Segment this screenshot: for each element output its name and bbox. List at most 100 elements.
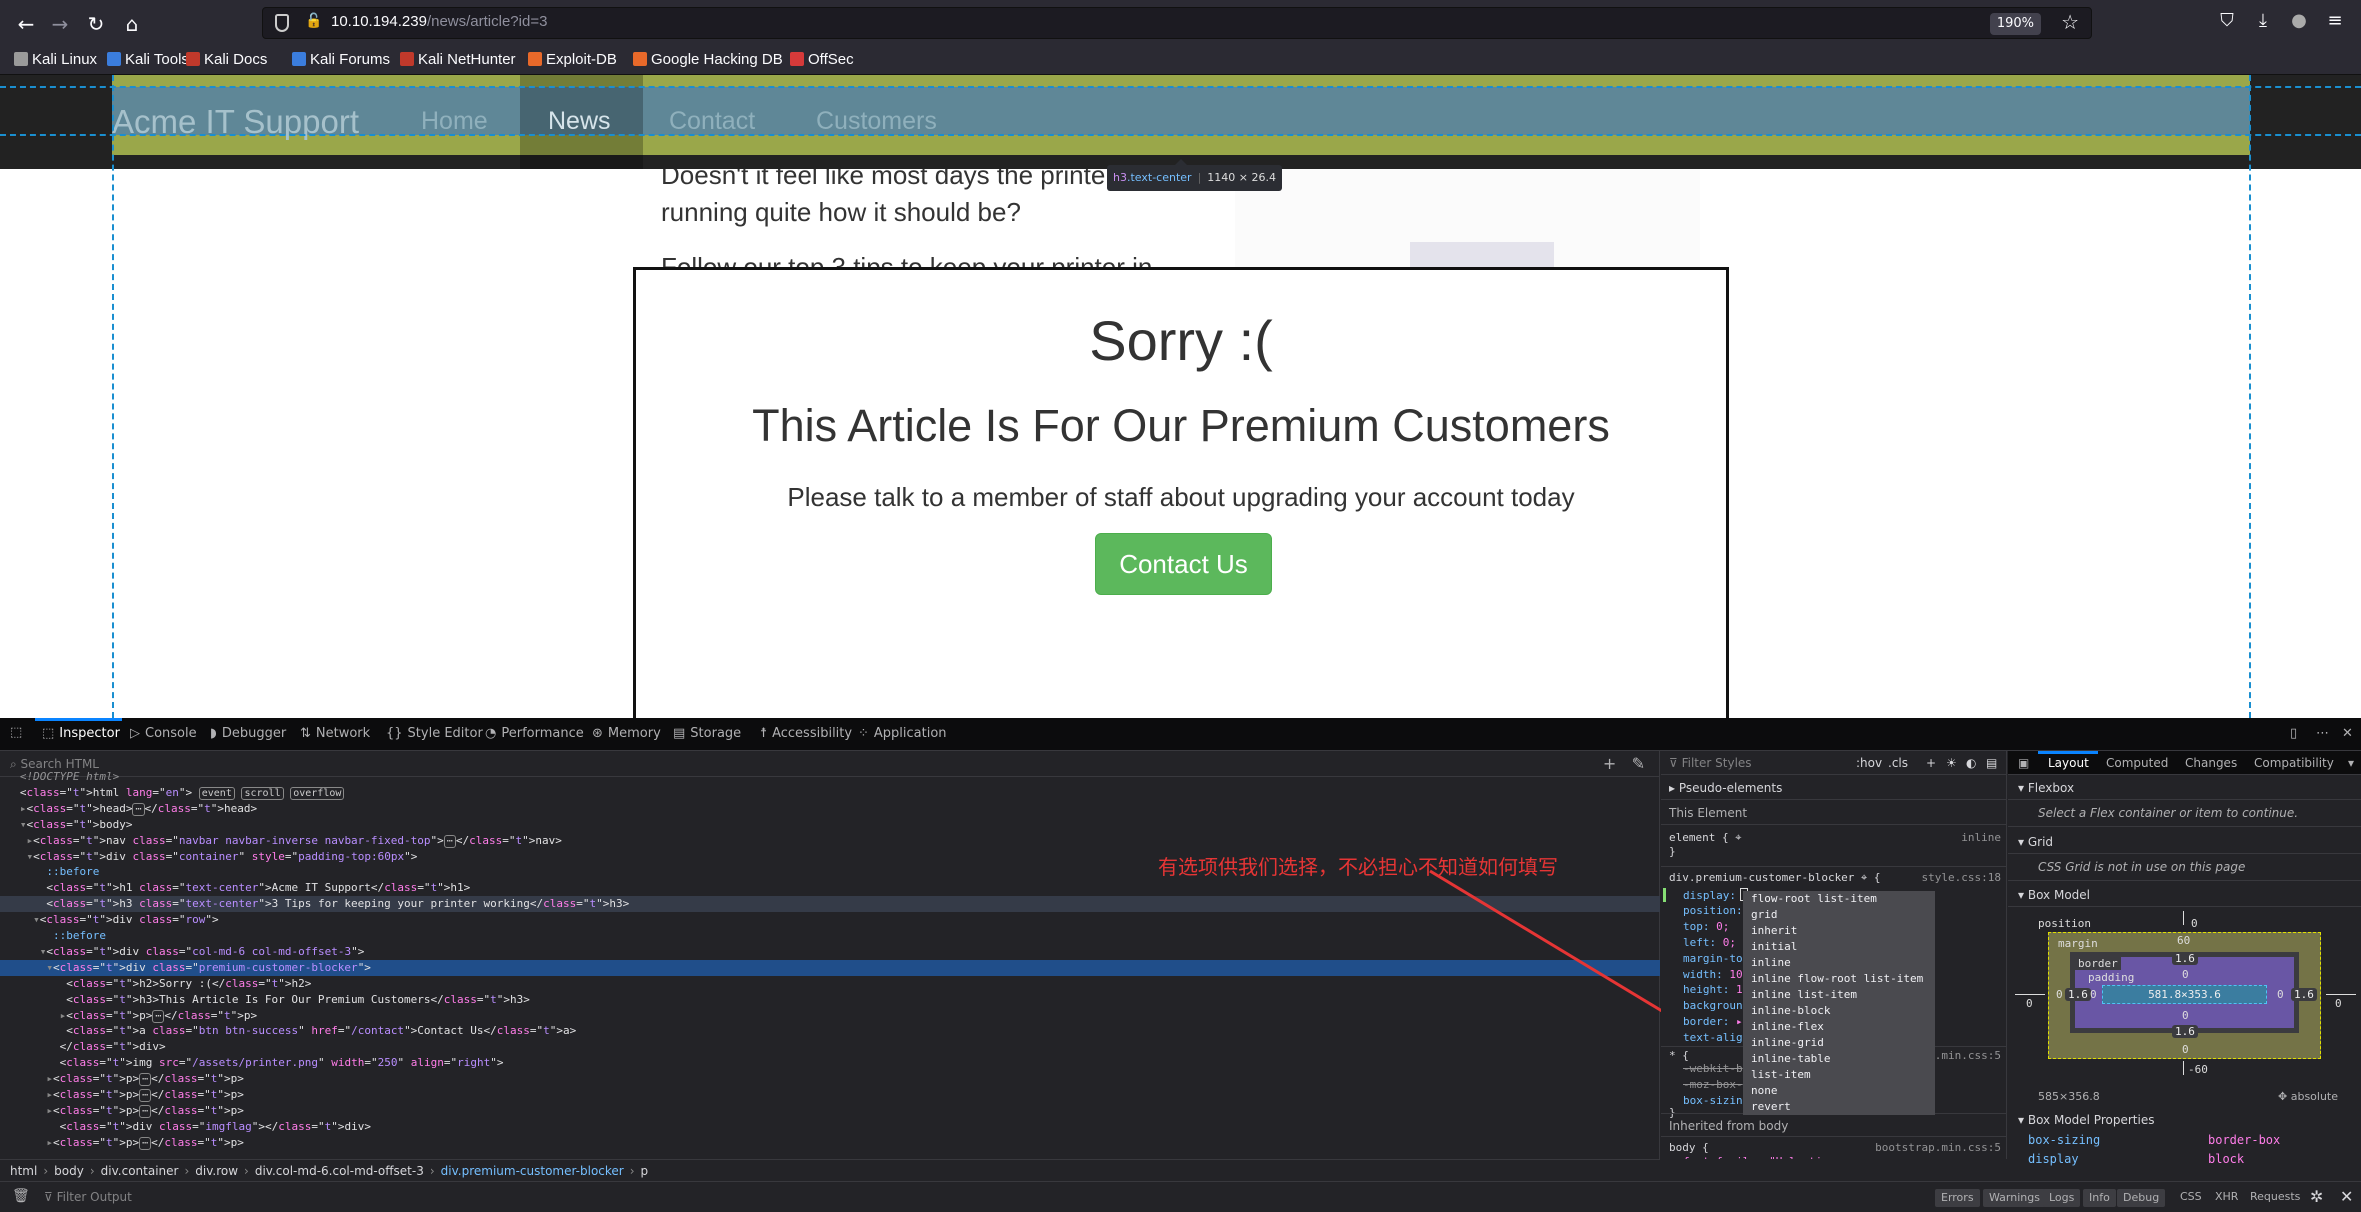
dark-scheme-icon[interactable]: ◐ [1966,751,1976,775]
nav-home[interactable]: Home [421,107,488,136]
zoom-level-badge[interactable]: 190% [1989,13,2041,35]
filter-styles-input[interactable]: ⊽ Filter Styles :hov .cls + ☀ ◐ ▤ [1661,751,2006,775]
tab-accessibility[interactable]: ☨ Accessibility [760,726,852,741]
close-split-console-icon[interactable]: ✕ [2340,1187,2353,1206]
markup-node[interactable]: ▾<class="t">body> [0,817,1660,833]
light-scheme-icon[interactable]: ☀ [1946,751,1957,775]
bookmark-item[interactable]: Google Hacking DB [633,51,783,68]
url-text[interactable]: 10.10.194.239/news/article?id=3 [331,13,547,30]
box-model-props-header[interactable]: ▾ Box Model Properties [2008,1113,2361,1127]
autocomplete-option[interactable]: inline-flex [1743,1019,1935,1035]
more-options-icon[interactable]: ⋯ [2316,726,2329,741]
autocomplete-option[interactable]: list-item [1743,1067,1935,1083]
toggle-sidebar-icon[interactable]: ▣ [2018,756,2029,770]
breadcrumb-item[interactable]: div.row [195,1164,238,1178]
element-picker-icon[interactable]: ⬚ [10,725,22,740]
url-bar[interactable]: 🔓 10.10.194.239/news/article?id=3 190% ☆ [262,7,2092,39]
flexbox-header[interactable]: ▾ Flexbox [2008,781,2361,795]
autocomplete-option[interactable]: flow-root list-item [1743,891,1935,907]
autocomplete-option[interactable]: inline [1743,955,1935,971]
nav-contact[interactable]: Contact [669,107,755,136]
menu-icon[interactable]: ≡ [2322,10,2348,31]
markup-node[interactable]: ▾<class="t">div class="row"> [0,912,1660,928]
close-devtools-icon[interactable]: ✕ [2342,726,2353,741]
margin-left[interactable]: 0 [2056,988,2063,1001]
bookmark-item[interactable]: OffSec [790,51,854,68]
tracking-shield-icon[interactable] [275,14,289,32]
tab-network[interactable]: ⇅ Network [300,726,370,741]
markup-node[interactable]: ▸<class="t">p> ⋯ </class="t">p> [0,1008,1660,1024]
autocomplete-option[interactable]: inline-table [1743,1051,1935,1067]
tab-computed[interactable]: Computed [2106,756,2168,770]
tab-memory[interactable]: ⊛ Memory [592,726,661,741]
autocomplete-option[interactable]: inherit [1743,923,1935,939]
forward-button[interactable]: → [46,10,74,38]
back-button[interactable]: ← [12,10,40,38]
autocomplete-option[interactable]: grid [1743,907,1935,923]
breadcrumb-item[interactable]: body [54,1164,84,1178]
bookmark-item[interactable]: Kali Linux [14,51,97,68]
border-right[interactable]: 1.6 [2291,988,2317,1001]
autocomplete-option[interactable]: inline-block [1743,1003,1935,1019]
markup-node[interactable]: ▸<class="t">p> ⋯ </class="t">p> [0,1087,1660,1103]
insecure-lock-icon[interactable]: 🔓 [305,13,322,33]
position-top[interactable]: 0 [2191,917,2198,930]
account-icon[interactable]: ● [2286,10,2312,31]
tab-console[interactable]: ▷ Console [130,726,197,741]
markup-node[interactable]: ▸<class="t">p> ⋯ </class="t">p> [0,1135,1660,1151]
nav-customers[interactable]: Customers [816,107,937,136]
box-model-header[interactable]: ▾ Box Model [2008,888,2361,902]
tab-changes[interactable]: Changes [2185,756,2237,770]
markup-node[interactable]: <!DOCTYPE html> [0,769,1660,785]
console-filter-warnings[interactable]: Warnings [1983,1189,2046,1207]
tab-inspector[interactable]: ⬚ Inspector [42,726,120,741]
console-filter-debug[interactable]: Debug [2117,1189,2166,1207]
console-filter-xhr[interactable]: XHR [2215,1190,2238,1203]
padding-left[interactable]: 0 [2090,988,2097,1001]
markup-node[interactable]: <class="t">h3 class="text-center">3 Tips… [0,896,1660,913]
console-filter-errors[interactable]: Errors [1935,1189,1980,1207]
rule-source-link[interactable]: style.css:18 [1922,871,2001,884]
breadcrumb-item[interactable]: div.container [101,1164,179,1178]
filter-output-input[interactable]: ⊽ Filter Output [44,1190,132,1204]
autocomplete-option[interactable]: initial [1743,939,1935,955]
markup-node[interactable]: ▸<class="t">head> ⋯ </class="t">head> [0,801,1660,817]
tabs-overflow-icon[interactable]: ▾ [2348,756,2354,770]
markup-node[interactable]: ▸<class="t">nav class="navbar navbar-inv… [0,833,1660,849]
tab-layout[interactable]: Layout [2048,756,2089,770]
markup-node[interactable]: <class="t">div class="imgflag"></class="… [0,1119,1660,1135]
padding-right[interactable]: 0 [2277,988,2284,1001]
console-filter-requests[interactable]: Requests [2250,1190,2300,1203]
markup-node[interactable]: <class="t">img src="/assets/printer.png"… [0,1055,1660,1071]
bookmark-star-icon[interactable]: ☆ [2061,10,2079,34]
position-bottom[interactable]: -60 [2188,1063,2208,1076]
autocomplete-option[interactable]: revert [1743,1099,1935,1115]
console-filter-info[interactable]: Info [2083,1189,2116,1207]
responsive-design-icon[interactable]: ▯ [2290,726,2297,741]
autocomplete-option[interactable]: inline list-item [1743,987,1935,1003]
bookmark-item[interactable]: Exploit-DB [528,51,617,68]
breadcrumb-item[interactable]: div.premium-customer-blocker [441,1164,624,1178]
home-button[interactable]: ⌂ [118,10,146,38]
border-bottom[interactable]: 1.6 [2172,1025,2198,1038]
bookmark-item[interactable]: Kali Docs [186,51,267,68]
add-rule-icon[interactable]: + [1926,751,1936,775]
position-right[interactable]: 0 [2335,997,2342,1010]
pseudo-elements-toggle[interactable]: ▸ Pseudo-elements [1661,776,2006,800]
reload-button[interactable]: ↻ [82,10,110,38]
autocomplete-option[interactable]: inline-grid [1743,1035,1935,1051]
markup-node[interactable]: ▸<class="t">p> ⋯ </class="t">p> [0,1103,1660,1119]
markup-node[interactable]: <class="t">h3>This Article Is For Our Pr… [0,992,1660,1008]
breadcrumb-item[interactable]: p [641,1164,649,1178]
tab-application[interactable]: ⁘ Application [858,726,947,741]
markup-node[interactable]: <class="t">h2>Sorry :(</class="t">h2> [0,976,1660,992]
tab-debugger[interactable]: ◗ Debugger [210,726,286,741]
autocomplete-option[interactable]: inline flow-root list-item [1743,971,1935,987]
bookmark-item[interactable]: Kali Tools [107,51,189,68]
contact-us-button[interactable]: Contact Us [1095,533,1272,595]
markup-node[interactable]: ▸<class="t">p> ⋯ </class="t">p> [0,1071,1660,1087]
console-settings-icon[interactable]: ✲ [2310,1187,2323,1206]
position-left[interactable]: 0 [2026,997,2033,1010]
hov-toggle[interactable]: :hov [1856,751,1882,775]
bookmark-item[interactable]: Kali NetHunter [400,51,516,68]
